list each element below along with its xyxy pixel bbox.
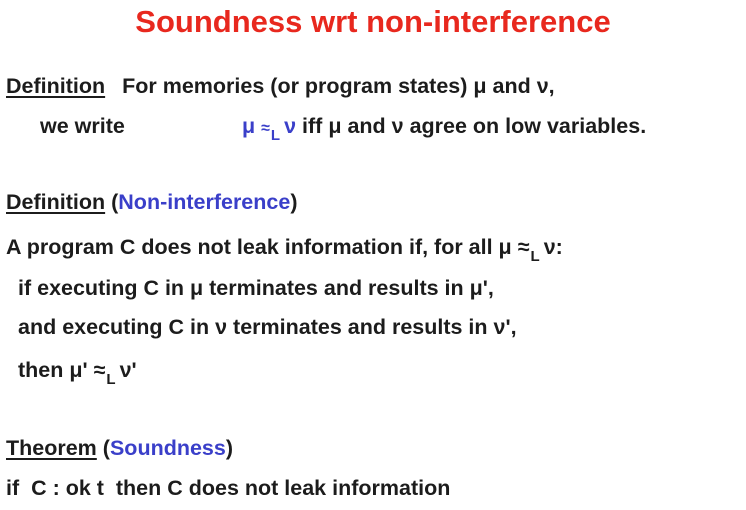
definition-1-prefix: we write (40, 114, 125, 138)
definition-2-line-4: then μ' ≈L ν' (18, 358, 137, 388)
theorem-heading-line: Theorem (Soundness) (6, 436, 234, 460)
theorem-name: Soundness (109, 436, 226, 460)
definition-1-line-2: μ ≈L ν iff μ and ν agree on low variables… (242, 114, 647, 144)
definition-2-line-1: A program C does not leak information if… (6, 235, 563, 265)
slide-title: Soundness wrt non-interference (135, 4, 611, 39)
definition-2-heading-line: Definition (Non-interference) (6, 190, 298, 214)
definition-2-name: Non-interference (118, 190, 291, 214)
definition-1-suffix: iff μ and ν agree on low variables. (302, 114, 647, 138)
low-equivalence-notation: μ ≈L ν (242, 114, 297, 144)
definition-2-line-3: and executing C in ν terminates and resu… (18, 315, 517, 339)
definition-1-line-1: Definition For memories (or program state… (6, 74, 555, 98)
theorem-heading: Theorem (6, 436, 97, 460)
definition-1-heading: Definition (6, 74, 106, 98)
definition-2-line-2: if executing C in μ terminates and resul… (18, 276, 494, 300)
definition-1-text: For memories (or program states) μ and ν… (122, 74, 555, 98)
definition-2-heading: Definition (6, 190, 106, 214)
theorem-statement: if C : ok t then C does not leak informa… (6, 476, 451, 500)
